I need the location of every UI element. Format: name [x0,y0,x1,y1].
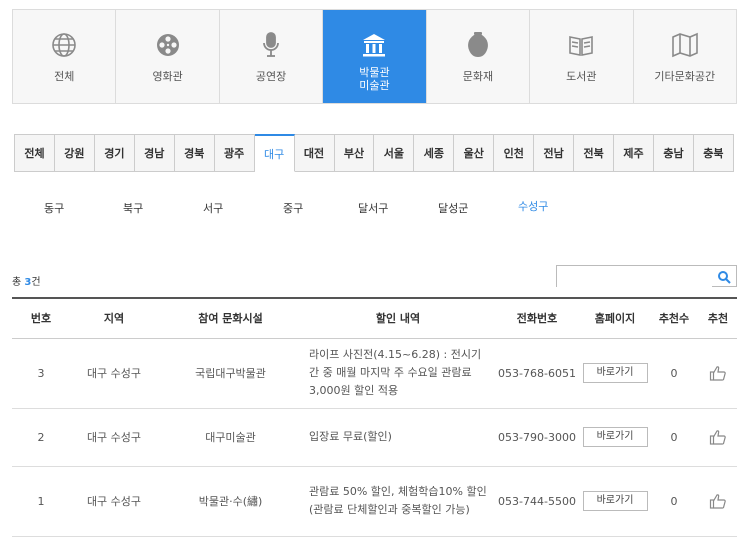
district-tab-dong-gu[interactable]: 동구 [44,200,64,216]
col-header-recommend: 추천 [699,297,737,339]
search-input[interactable] [557,267,712,288]
vase-icon [463,30,493,60]
col-header-phone: 전화번호 [493,297,581,339]
region-tab-gyeonggi[interactable]: 경기 [94,135,135,172]
region-tab-gyeongbuk[interactable]: 경북 [174,135,215,172]
row-recommend-cell [699,466,737,537]
region-tab-sejong[interactable]: 세종 [414,135,455,172]
row-recommend-count: 0 [649,338,699,409]
category-tab-museum[interactable]: 박물관 미술관 [323,10,427,103]
district-tab-dalseo-gu[interactable]: 달서구 [358,200,388,216]
search-box [556,265,737,288]
microphone-icon [256,30,286,60]
row-phone: 053-744-5500 [493,466,581,537]
region-tab-busan[interactable]: 부산 [334,135,375,172]
table-row: 3 대구 수성구 국립대구박물관 라이프 사진전(4.15~6.28) : 전시… [12,338,737,409]
row-phone: 053-768-6051 [493,338,581,409]
district-tab-dalseong-gun[interactable]: 달성군 [438,200,468,216]
thumbs-up-icon[interactable] [709,492,727,510]
row-discount: 라이프 사진전(4.15~6.28) : 전시기간 중 매월 마지막 주 수요일… [303,338,493,409]
district-tab-suseong-gu[interactable]: 수성구 [518,198,548,214]
region-tab-seoul[interactable]: 서울 [374,135,415,172]
result-count-suffix: 건 [31,277,41,288]
category-label: 도서관 [566,70,597,83]
row-phone: 053-790-3000 [493,408,581,467]
region-tab-all[interactable]: 전체 [15,135,55,172]
category-tab-cinema[interactable]: 영화관 [116,10,220,103]
region-tabs: 전체 강원 경기 경남 경북 광주 대구 대전 부산 서울 세종 울산 인천 전… [14,134,734,172]
col-header-discount: 할인 내역 [303,297,493,339]
row-region: 대구 수성구 [70,466,158,537]
row-facility: 박물관·수(繡) [158,466,303,537]
region-tab-jeonnam[interactable]: 전남 [534,135,575,172]
district-tab-jung-gu[interactable]: 중구 [283,200,303,216]
region-tab-jeonbuk[interactable]: 전북 [574,135,615,172]
row-recommend-cell [699,338,737,409]
table-row: 2 대구 수성구 대구미술관 입장료 무료(할인) 053-790-3000 바… [12,408,737,467]
category-tab-other[interactable]: 기타문화공간 [634,10,736,103]
region-tab-daejeon[interactable]: 대전 [294,135,335,172]
category-tabs: 전체 영화관 공연장 박물관 미술관 문화재 도서관 기타문화공간 [12,9,737,104]
result-count: 총 3건 [12,273,41,288]
col-header-facility: 참여 문화시설 [158,297,303,339]
category-tab-heritage[interactable]: 문화재 [427,10,531,103]
region-tab-ulsan[interactable]: 울산 [454,135,495,172]
row-region: 대구 수성구 [70,338,158,409]
homepage-button[interactable]: 바로가기 [582,363,648,383]
region-tab-daegu[interactable]: 대구 [254,134,295,172]
homepage-button[interactable]: 바로가기 [582,427,648,447]
row-region: 대구 수성구 [70,408,158,467]
category-label: 영화관 [152,70,183,83]
category-tab-theater[interactable]: 공연장 [220,10,324,103]
region-tab-gangwon[interactable]: 강원 [54,135,95,172]
result-count-prefix: 총 [12,277,25,288]
search-icon[interactable] [717,269,731,284]
thumbs-up-icon[interactable] [709,364,727,382]
row-facility: 대구미술관 [158,408,303,467]
row-homepage-cell: 바로가기 [581,408,649,467]
row-number: 1 [12,466,70,537]
row-homepage-cell: 바로가기 [581,466,649,537]
category-label: 박물관 미술관 [359,66,390,92]
category-label: 전체 [54,70,75,83]
row-number: 3 [12,338,70,409]
region-tab-gyeongnam[interactable]: 경남 [134,135,175,172]
homepage-button[interactable]: 바로가기 [582,491,648,511]
region-tab-chungnam[interactable]: 충남 [654,135,694,172]
category-label: 기타문화공간 [654,70,716,83]
category-tab-all[interactable]: 전체 [13,10,117,103]
region-tab-chungbuk[interactable]: 충북 [693,135,734,172]
museum-icon [359,30,389,60]
district-tabs: 동구 북구 서구 중구 달서구 달성군 수성구 [14,200,734,220]
row-recommend-count: 0 [649,466,699,537]
district-tab-buk-gu[interactable]: 북구 [123,200,143,216]
region-tab-jeju[interactable]: 제주 [614,135,654,172]
row-recommend-count: 0 [649,408,699,467]
row-discount: 입장료 무료(할인) [303,408,493,467]
col-header-homepage: 홈페이지 [581,297,649,339]
col-header-region: 지역 [70,297,158,339]
region-tab-incheon[interactable]: 인천 [494,135,535,172]
film-reel-icon [153,30,183,60]
region-tab-gwangju[interactable]: 광주 [214,135,255,172]
book-icon [566,30,596,60]
row-facility: 국립대구박물관 [158,338,303,409]
category-label: 공연장 [255,70,287,83]
table-row: 1 대구 수성구 박물관·수(繡) 관람료 50% 할인, 체험학습10% 할인… [12,466,737,537]
results-table: 번호 지역 참여 문화시설 할인 내역 전화번호 홈페이지 추천수 추천 3 대… [12,297,737,537]
row-homepage-cell: 바로가기 [581,338,649,409]
row-number: 2 [12,408,70,467]
category-label: 문화재 [462,70,494,83]
row-recommend-cell [699,408,737,467]
row-discount: 관람료 50% 할인, 체험학습10% 할인 (관람료 단체할인과 중복할인 가… [303,466,493,537]
col-header-number: 번호 [12,297,70,339]
col-header-recommend-count: 추천수 [649,297,699,339]
map-icon [670,30,700,60]
table-header-row: 번호 지역 참여 문화시설 할인 내역 전화번호 홈페이지 추천수 추천 [12,297,737,339]
district-tab-seo-gu[interactable]: 서구 [203,200,223,216]
globe-icon [49,30,79,60]
thumbs-up-icon[interactable] [709,428,727,446]
category-tab-library[interactable]: 도서관 [530,10,634,103]
